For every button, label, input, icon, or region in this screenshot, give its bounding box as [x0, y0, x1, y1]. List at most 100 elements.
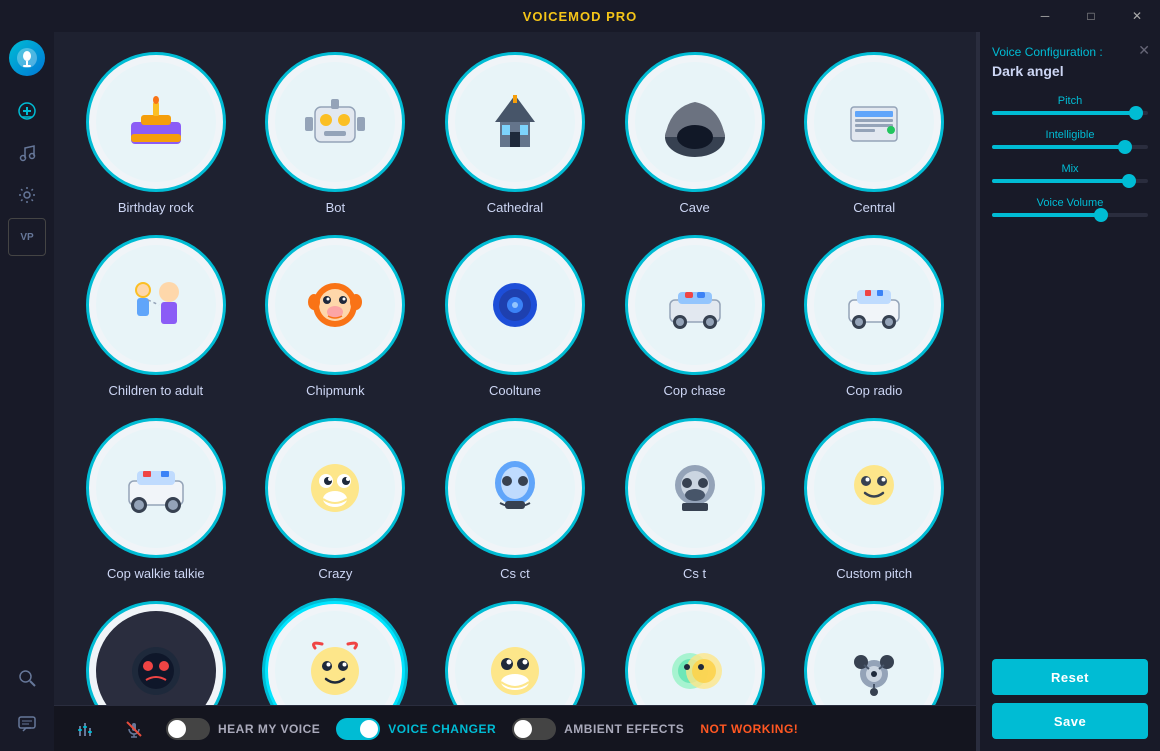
slider-label-mix: Mix: [992, 163, 1148, 175]
voice-icon-deep: [455, 611, 575, 705]
minimize-button[interactable]: ─: [1022, 0, 1068, 32]
voice-item-cathedral[interactable]: Cathedral: [433, 52, 597, 215]
voice-item-cop-radio[interactable]: Cop radio: [792, 235, 956, 398]
slider-thumb-pitch[interactable]: [1129, 106, 1143, 120]
ambient-effects-label: AMBIENT EFFECTS: [564, 722, 684, 736]
save-button[interactable]: Save: [992, 703, 1148, 739]
voice-icon-cooltune: [455, 245, 575, 365]
voice-icon-chipmunk: [275, 245, 395, 365]
sidebar-search[interactable]: [8, 659, 46, 697]
voice-name-chipmunk: Chipmunk: [306, 383, 365, 398]
panel-voice-name: Dark angel: [992, 63, 1148, 79]
panel-close-button[interactable]: ✕: [1138, 42, 1150, 59]
slider-track-intelligible[interactable]: [992, 145, 1148, 149]
voice-circle-central: [804, 52, 944, 192]
voice-item-cooltune[interactable]: Cooltune: [433, 235, 597, 398]
voice-grid: Birthday rock Bot CathedralCave Central Chil…: [74, 52, 956, 705]
sidebar-vp[interactable]: VP: [8, 218, 46, 256]
voice-name-cooltune: Cooltune: [489, 383, 541, 398]
sidebar-music[interactable]: [8, 134, 46, 172]
hear-my-voice-group: HEAR MY VOICE: [166, 718, 320, 740]
sidebar-add-effect[interactable]: [8, 92, 46, 130]
slider-thumb-voice-volume[interactable]: [1094, 208, 1108, 222]
voice-name-central: Central: [853, 200, 895, 215]
voice-item-dark[interactable]: Dark: [74, 601, 238, 705]
voice-icon-cathedral: [455, 62, 575, 182]
voice-item-dark-angel[interactable]: Dark angel: [254, 601, 418, 705]
sidebar-chat[interactable]: [8, 705, 46, 743]
voice-item-crazy[interactable]: Crazy: [254, 418, 418, 581]
voice-item-deep[interactable]: Deep: [433, 601, 597, 705]
panel-config-title: Voice Configuration :: [992, 44, 1148, 61]
window-controls: ─ □ ✕: [1022, 0, 1160, 32]
voice-circle-dark-angel: [265, 601, 405, 705]
voice-item-chipmunk[interactable]: Chipmunk: [254, 235, 418, 398]
voice-icon-cs-ct: [455, 428, 575, 548]
voice-icon-children-to-adult: [96, 245, 216, 365]
slider-track-mix[interactable]: [992, 179, 1148, 183]
slider-group-pitch: Pitch: [992, 95, 1148, 115]
voice-name-bot: Bot: [326, 200, 346, 215]
voice-icon-dark: [96, 611, 216, 705]
voice-name-children-to-adult: Children to adult: [108, 383, 203, 398]
voice-icon-dark-angel: [275, 611, 395, 705]
hear-my-voice-toggle[interactable]: [166, 718, 210, 740]
voice-icon-birthday-rock: [96, 62, 216, 182]
voice-item-central[interactable]: Central: [792, 52, 956, 215]
voice-circle-crazy: [265, 418, 405, 558]
voice-icon-cs-t: [635, 428, 755, 548]
voice-item-cs-t[interactable]: Cs t: [613, 418, 777, 581]
voice-item-bot[interactable]: Bot: [254, 52, 418, 215]
voice-circle-custom-pitch: [804, 418, 944, 558]
voice-icon-cop-walkie-talkie: [96, 428, 216, 548]
voice-circle-cooltune: [445, 235, 585, 375]
voice-circle-deep: [445, 601, 585, 705]
voice-circle-cathedral: [445, 52, 585, 192]
voice-icon-cop-radio: [814, 245, 934, 365]
voice-item-cop-chase[interactable]: Cop chase: [613, 235, 777, 398]
voice-circle-birthday-rock: [86, 52, 226, 192]
voice-item-cop-walkie-talkie[interactable]: Cop walkie talkie: [74, 418, 238, 581]
voice-name-cs-ct: Cs ct: [500, 566, 530, 581]
mute-button[interactable]: [118, 713, 150, 745]
voice-icon-crazy: [275, 428, 395, 548]
voice-name-cop-chase: Cop chase: [664, 383, 726, 398]
voice-item-children-to-adult[interactable]: Children to adult: [74, 235, 238, 398]
slider-track-pitch[interactable]: [992, 111, 1148, 115]
voice-item-birthday-rock[interactable]: Birthday rock: [74, 52, 238, 215]
sidebar-settings[interactable]: [8, 176, 46, 214]
voice-name-cop-radio: Cop radio: [846, 383, 902, 398]
slider-thumb-mix[interactable]: [1122, 174, 1136, 188]
voice-changer-group: VOICE CHANGER: [336, 718, 496, 740]
voice-grid-container[interactable]: Birthday rock Bot CathedralCave Central Chil…: [54, 32, 976, 705]
maximize-button[interactable]: □: [1068, 0, 1114, 32]
voice-item-dron[interactable]: Dron: [792, 601, 956, 705]
slider-group-mix: Mix: [992, 163, 1148, 183]
app-title: VOICEMOD PRO: [523, 9, 638, 24]
slider-fill-mix: [992, 179, 1129, 183]
slider-group-voice-volume: Voice Volume: [992, 197, 1148, 217]
close-button[interactable]: ✕: [1114, 0, 1160, 32]
slider-fill-pitch: [992, 111, 1136, 115]
hear-my-voice-label: HEAR MY VOICE: [218, 722, 320, 736]
voice-name-cop-walkie-talkie: Cop walkie talkie: [107, 566, 205, 581]
sidebar-logo[interactable]: [9, 40, 45, 76]
voice-item-double[interactable]: Double: [613, 601, 777, 705]
slider-track-voice-volume[interactable]: [992, 213, 1148, 217]
equalizer-button[interactable]: [70, 713, 102, 745]
voice-item-cs-ct[interactable]: Cs ct: [433, 418, 597, 581]
reset-button[interactable]: Reset: [992, 659, 1148, 695]
slider-fill-intelligible: [992, 145, 1125, 149]
voice-item-cave[interactable]: Cave: [613, 52, 777, 215]
voice-changer-toggle[interactable]: [336, 718, 380, 740]
content-area: Birthday rock Bot CathedralCave Central Chil…: [54, 32, 976, 751]
voice-name-birthday-rock: Birthday rock: [118, 200, 194, 215]
main-layout: VP Birthday rock Bot CathedralCave Central C…: [0, 32, 1160, 751]
slider-thumb-intelligible[interactable]: [1118, 140, 1132, 154]
ambient-effects-toggle[interactable]: [512, 718, 556, 740]
voice-item-custom-pitch[interactable]: Custom pitch: [792, 418, 956, 581]
voice-circle-cop-chase: [625, 235, 765, 375]
voice-icon-dron: [814, 611, 934, 705]
voice-circle-cop-radio: [804, 235, 944, 375]
voice-circle-cop-walkie-talkie: [86, 418, 226, 558]
